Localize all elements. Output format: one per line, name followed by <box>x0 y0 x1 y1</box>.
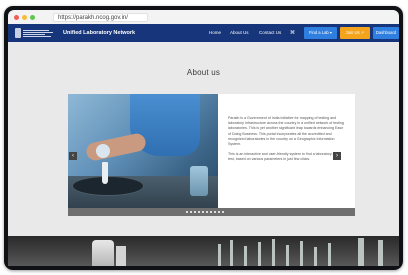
nav-link-about-us[interactable]: About Us <box>230 24 249 42</box>
dashboard-button[interactable]: Dashboard <box>373 27 399 39</box>
accessibility-icon[interactable]: ⌘ <box>290 24 295 42</box>
about-paragraph: Parakh is a Government of India initiati… <box>228 116 344 147</box>
site-title: Unified Laboratory Network <box>63 30 136 36</box>
carousel-dot[interactable] <box>222 211 224 213</box>
about-text: Parakh is a Government of India initiati… <box>228 116 346 168</box>
join-us-button[interactable]: Join Us ↗ <box>340 27 370 39</box>
address-bar[interactable]: https://parakh.ncog.gov.in/ <box>53 13 148 22</box>
maximize-window-icon[interactable] <box>30 15 35 20</box>
laboratory-photo <box>68 94 218 216</box>
page-viewport: Unified Laboratory Network Home About Us… <box>8 24 399 266</box>
about-paragraph: This is an interactive and user-friendly… <box>228 152 339 162</box>
find-a-lab-button[interactable]: Find a Lab ▾ <box>304 27 337 39</box>
close-window-icon[interactable] <box>14 15 19 20</box>
laboratory-banner-image <box>8 236 399 266</box>
chevron-left-icon[interactable]: ‹ <box>69 152 77 160</box>
national-emblem-icon <box>15 28 21 38</box>
nav-link-contact-us[interactable]: Contact Us <box>259 24 281 42</box>
nav-link-home[interactable]: Home <box>209 24 221 42</box>
carousel-dot[interactable] <box>198 211 200 213</box>
carousel-dot[interactable] <box>218 211 220 213</box>
about-us-heading: About us <box>186 68 221 77</box>
carousel-indicators <box>68 208 355 216</box>
carousel-dot[interactable] <box>214 211 216 213</box>
government-logo[interactable] <box>15 27 55 39</box>
carousel-dot[interactable] <box>190 211 192 213</box>
carousel-dot[interactable] <box>202 211 204 213</box>
carousel-dot[interactable] <box>186 211 188 213</box>
about-carousel: Parakh is a Government of India initiati… <box>68 94 355 216</box>
carousel-dot[interactable] <box>210 211 212 213</box>
chevron-right-icon[interactable]: › <box>333 152 341 160</box>
top-navbar: Unified Laboratory Network Home About Us… <box>8 24 399 42</box>
carousel-dot[interactable] <box>206 211 208 213</box>
device-frame: https://parakh.ncog.gov.in/ Unified Labo… <box>4 6 403 270</box>
carousel-dot[interactable] <box>194 211 196 213</box>
browser-toolbar: https://parakh.ncog.gov.in/ <box>8 10 399 24</box>
minimize-window-icon[interactable] <box>22 15 27 20</box>
